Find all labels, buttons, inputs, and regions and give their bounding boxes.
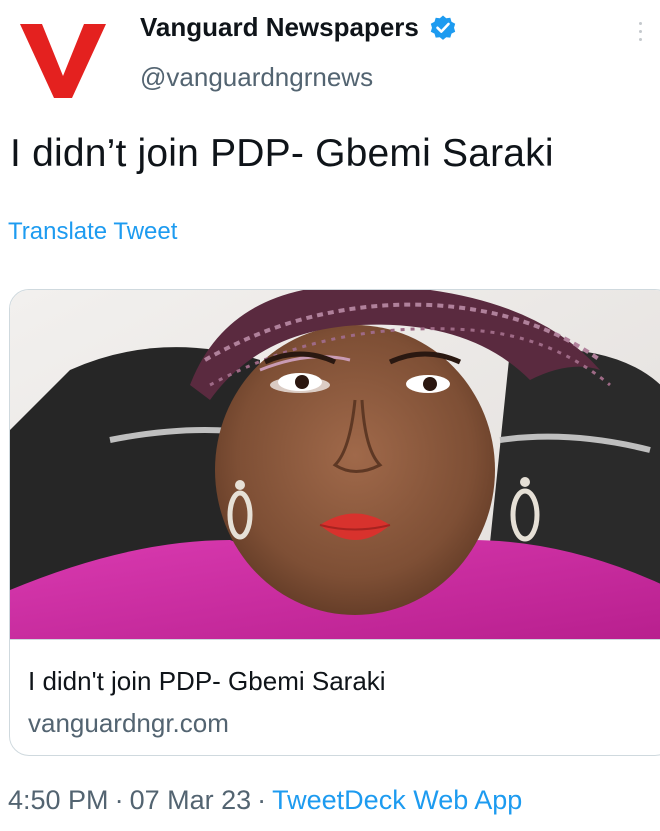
avatar[interactable] xyxy=(18,14,108,102)
tweet-text: I didn’t join PDP- Gbemi Saraki xyxy=(10,132,554,175)
card-body[interactable]: I didn't join PDP- Gbemi Saraki vanguard… xyxy=(10,639,660,755)
verified-badge-icon xyxy=(429,14,457,42)
author-name[interactable]: Vanguard Newspapers xyxy=(140,12,419,43)
card-title[interactable]: I didn't join PDP- Gbemi Saraki xyxy=(28,666,386,697)
author-handle[interactable]: @vanguardngrnews xyxy=(140,62,373,93)
link-preview-card[interactable]: I didn't join PDP- Gbemi Saraki vanguard… xyxy=(9,289,660,756)
meta-separator: · xyxy=(257,785,267,815)
tweet-date[interactable]: 07 Mar 23 xyxy=(130,785,252,815)
tweet-time[interactable]: 4:50 PM xyxy=(8,785,109,815)
tweet-source-link[interactable]: TweetDeck Web App xyxy=(272,785,522,815)
more-options-icon[interactable] xyxy=(638,22,644,52)
meta-separator: · xyxy=(114,785,124,815)
card-domain: vanguardngr.com xyxy=(28,708,229,738)
translate-tweet-link[interactable]: Translate Tweet xyxy=(8,218,177,246)
vanguard-v-logo-icon xyxy=(20,24,106,98)
tweet-meta: 4:50 PM · 07 Mar 23 · TweetDeck Web App xyxy=(8,785,522,816)
article-photo xyxy=(10,290,660,639)
author-name-row[interactable]: Vanguard Newspapers xyxy=(140,12,457,43)
